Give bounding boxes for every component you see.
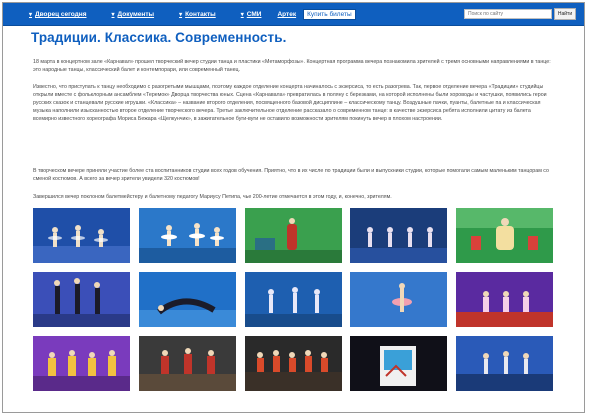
gallery-photo[interactable] [244, 208, 342, 263]
gallery-photo[interactable] [244, 272, 342, 327]
chevron-down-icon: ▾ [179, 12, 183, 18]
chevron-down-icon: ▾ [240, 12, 244, 18]
gallery-photo[interactable] [33, 336, 130, 391]
gallery-photo[interactable] [350, 336, 448, 391]
article-paragraph: 18 марта в концертном зале «Карнавал» пр… [33, 59, 551, 74]
gallery-photo[interactable] [456, 272, 553, 327]
article-paragraph: Завершился вечер поклоном балетмейстеру … [33, 194, 392, 200]
nav-item-media[interactable]: ▾ СМИ [241, 11, 262, 18]
nav-item-palace-today[interactable]: ▾ Дворец сегодня [29, 11, 87, 18]
gallery-row [33, 272, 553, 327]
gallery-photo[interactable] [138, 208, 236, 263]
gallery-photo[interactable] [138, 272, 236, 327]
photo-gallery [33, 208, 553, 400]
gallery-photo[interactable] [33, 272, 130, 327]
gallery-photo[interactable] [33, 208, 130, 263]
gallery-photo[interactable] [138, 336, 236, 391]
gallery-photo[interactable] [456, 208, 553, 263]
search-input[interactable]: Поиск по сайту [464, 9, 552, 19]
gallery-photo[interactable] [244, 336, 342, 391]
nav-item-contacts[interactable]: ▾ Контакты [179, 11, 216, 18]
browser-frame: ▾ Дворец сегодня ▾ Документы ▾ Контакты ▾ СМ… [2, 2, 585, 413]
gallery-row [33, 208, 553, 263]
page-title: Традиции. Классика. Современность. [31, 30, 287, 45]
nav-item-artek[interactable]: Артек [277, 11, 296, 18]
buy-tickets-button[interactable]: Купить билеты [303, 9, 356, 20]
article-paragraph: В творческом вечере приняли участие боле… [33, 168, 549, 183]
chevron-down-icon: ▾ [29, 12, 33, 18]
gallery-photo[interactable] [350, 272, 448, 327]
chevron-down-icon: ▾ [111, 12, 115, 18]
main-nav: ▾ Дворец сегодня ▾ Документы ▾ Контакты ▾ СМ… [29, 9, 356, 20]
gallery-row [33, 336, 553, 391]
gallery-photo[interactable] [456, 336, 553, 391]
article-paragraph: Известно, что приступать к танцу необход… [33, 84, 547, 123]
search-button[interactable]: Найти [554, 8, 576, 20]
gallery-photo[interactable] [350, 208, 448, 263]
top-navigation-bar: ▾ Дворец сегодня ▾ Документы ▾ Контакты ▾ СМ… [3, 3, 584, 26]
nav-item-documents[interactable]: ▾ Документы [112, 11, 155, 18]
